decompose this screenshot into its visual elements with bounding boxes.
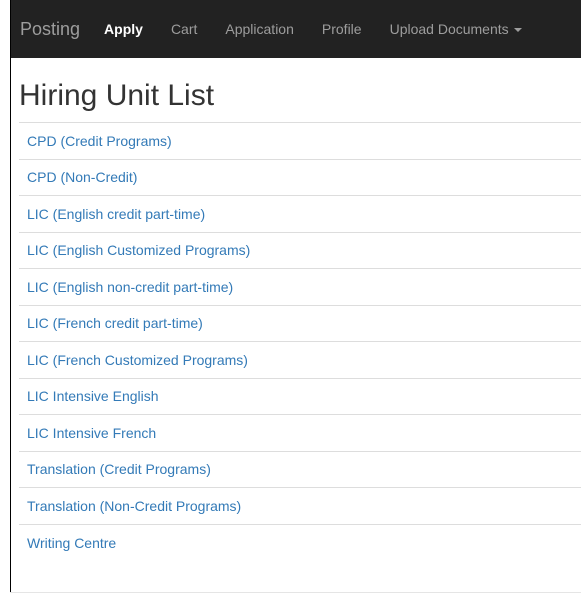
nav-item-cart[interactable]: Cart <box>157 0 211 58</box>
navbar-brand-link[interactable]: Posting <box>11 0 90 58</box>
hiring-unit-link-lic-french-credit-part-time[interactable]: LIC (French credit part-time) <box>27 315 203 331</box>
nav-item-application[interactable]: Application <box>211 0 308 58</box>
hiring-unit-link-translation-non-credit[interactable]: Translation (Non-Credit Programs) <box>27 498 241 514</box>
list-item: Translation (Credit Programs) <box>19 452 581 488</box>
list-item: LIC (English Customized Programs) <box>19 233 581 269</box>
hiring-unit-link-translation-credit[interactable]: Translation (Credit Programs) <box>27 461 211 477</box>
nav-item-profile[interactable]: Profile <box>308 0 376 58</box>
hiring-unit-link-lic-english-credit-part-time[interactable]: LIC (English credit part-time) <box>27 206 205 222</box>
hiring-unit-link-lic-intensive-english[interactable]: LIC Intensive English <box>27 388 159 404</box>
list-item: CPD (Credit Programs) <box>19 123 581 160</box>
list-item: LIC Intensive English <box>19 379 581 415</box>
top-navbar: Posting Apply Cart Application Profile U… <box>11 0 581 58</box>
list-item: LIC (English credit part-time) <box>19 196 581 233</box>
list-item: LIC (English non-credit part-time) <box>19 269 581 306</box>
list-item: Translation (Non-Credit Programs) <box>19 488 581 525</box>
page-title: Hiring Unit List <box>19 79 215 112</box>
hiring-unit-link-cpd-credit[interactable]: CPD (Credit Programs) <box>27 133 172 149</box>
list-item: LIC (French Customized Programs) <box>19 342 581 379</box>
hiring-unit-list: CPD (Credit Programs) CPD (Non-Credit) L… <box>19 122 581 561</box>
hiring-unit-link-cpd-non-credit[interactable]: CPD (Non-Credit) <box>27 169 137 185</box>
hiring-unit-link-lic-french-customized[interactable]: LIC (French Customized Programs) <box>27 352 248 368</box>
window-left-border <box>10 0 11 593</box>
hiring-unit-link-lic-english-non-credit-part-time[interactable]: LIC (English non-credit part-time) <box>27 279 233 295</box>
list-item: CPD (Non-Credit) <box>19 160 581 196</box>
nav-item-apply[interactable]: Apply <box>90 0 157 58</box>
list-item: Writing Centre <box>19 525 581 562</box>
page: Posting Apply Cart Application Profile U… <box>0 0 581 593</box>
nav-item-upload-documents-dropdown[interactable]: Upload Documents <box>376 0 536 58</box>
caret-down-icon <box>513 28 522 33</box>
hiring-unit-link-lic-intensive-french[interactable]: LIC Intensive French <box>27 425 156 441</box>
hiring-unit-link-lic-english-customized[interactable]: LIC (English Customized Programs) <box>27 242 250 258</box>
nav-item-upload-documents-label: Upload Documents <box>389 21 509 37</box>
list-item: LIC (French credit part-time) <box>19 306 581 342</box>
hiring-unit-link-writing-centre[interactable]: Writing Centre <box>27 535 116 551</box>
list-item: LIC Intensive French <box>19 415 581 452</box>
